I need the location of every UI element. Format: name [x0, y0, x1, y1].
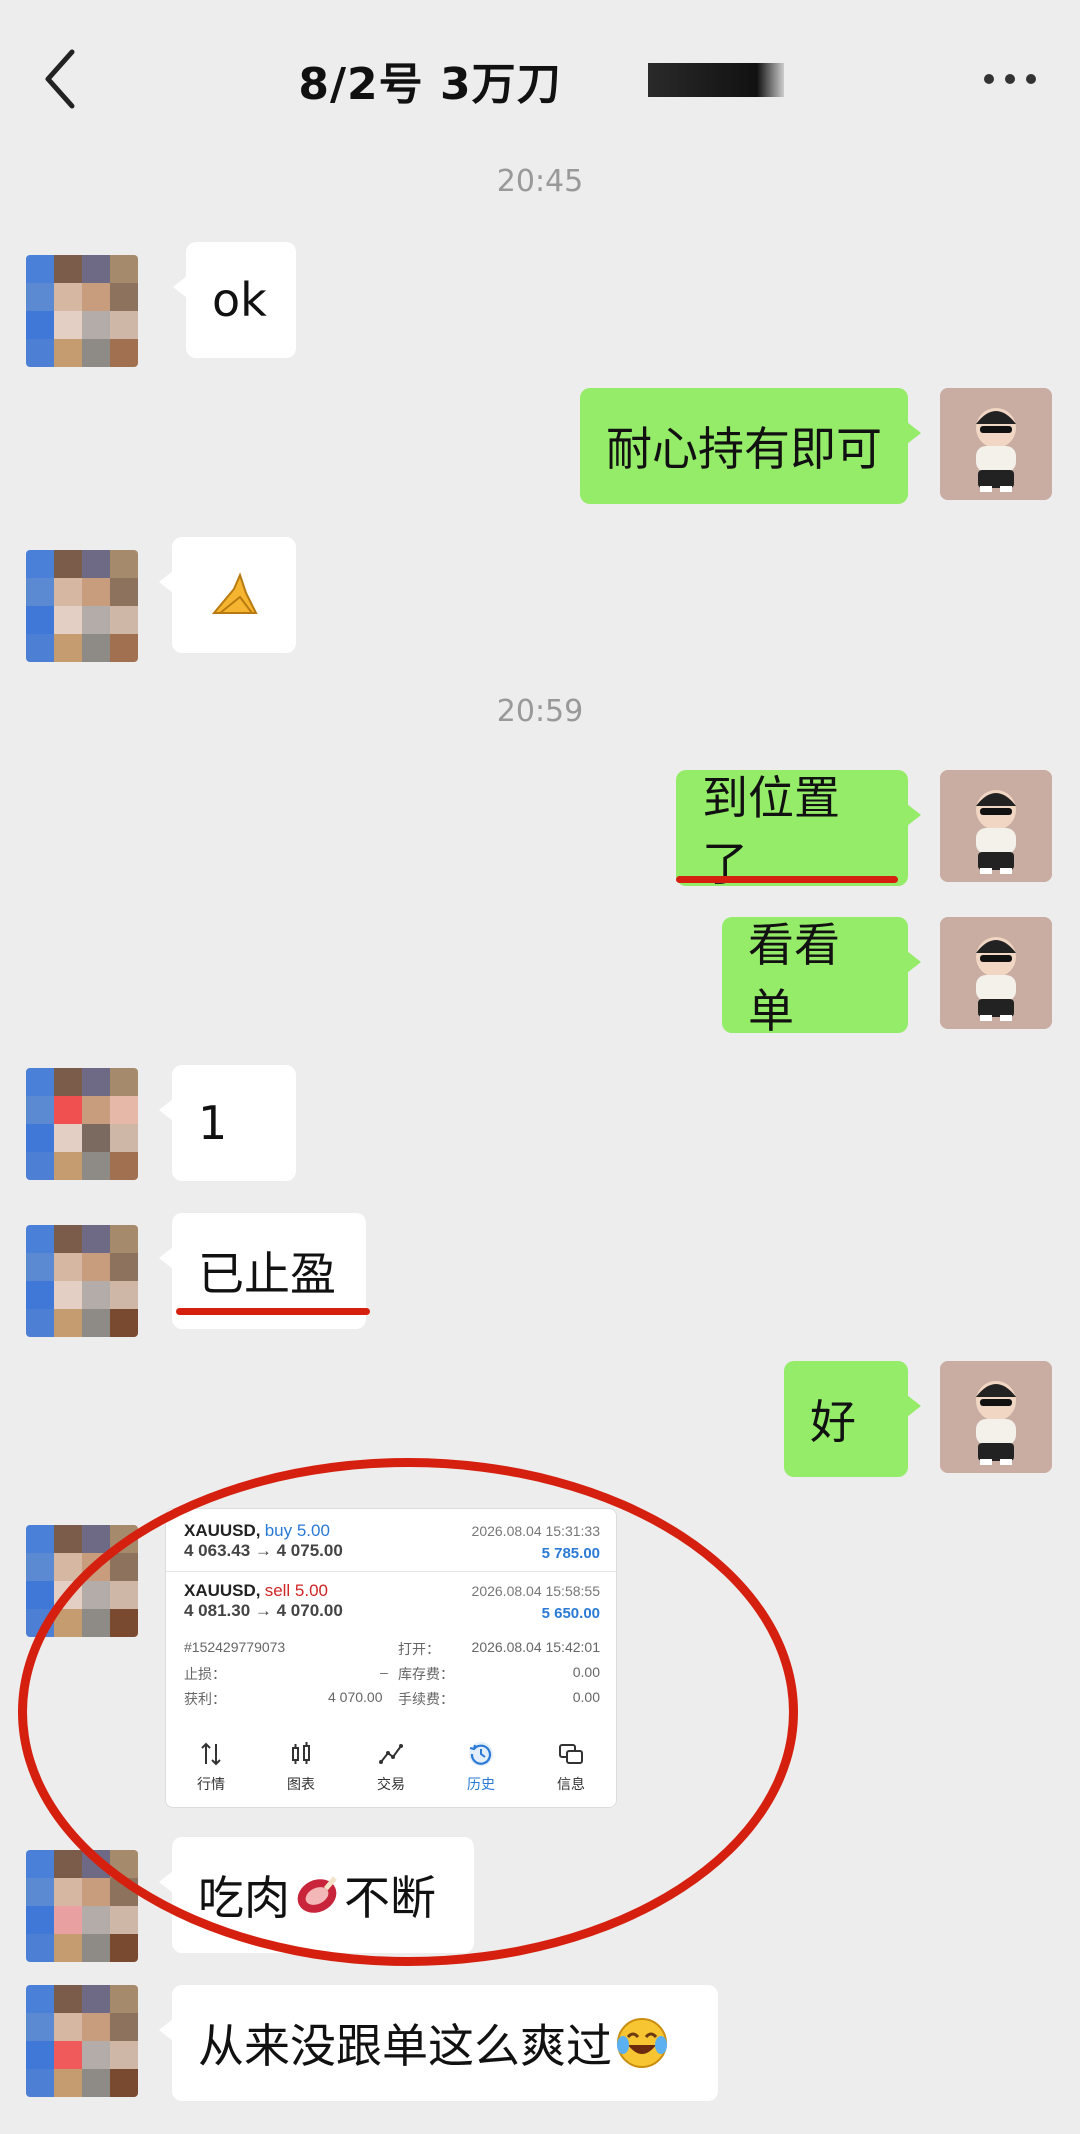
message-text: 到位置了	[702, 771, 840, 891]
annotation-underline	[676, 876, 898, 883]
my-avatar[interactable]	[940, 1361, 1052, 1473]
my-avatar[interactable]	[940, 917, 1052, 1029]
timestamp: 20:59	[496, 694, 584, 729]
avatar[interactable]	[26, 550, 138, 662]
message-text: 好	[810, 1395, 856, 1449]
message-text: 耐心持有即可	[606, 422, 882, 476]
avatar[interactable]	[26, 1985, 138, 2097]
redacted-name	[648, 63, 784, 97]
annotation-circle	[18, 1458, 798, 1966]
chat-header: 8/2号 3万刀	[0, 0, 1080, 150]
annotation-underline	[176, 1308, 370, 1315]
my-avatar[interactable]	[940, 770, 1052, 882]
message-text: 从来没跟单这么爽过	[198, 2019, 612, 2073]
message-text: 已止盈	[198, 1247, 336, 1301]
message-bubble[interactable]	[159, 537, 296, 653]
timestamp: 20:45	[496, 164, 584, 199]
message-bubble[interactable]: ok	[173, 242, 296, 358]
message-bubble[interactable]: 到位置了	[676, 770, 921, 891]
message-bubble[interactable]: 耐心持有即可	[580, 388, 921, 504]
my-avatar[interactable]	[940, 388, 1052, 500]
message-bubble[interactable]: 从来没跟单这么爽过	[159, 1985, 718, 2101]
avatar[interactable]	[26, 1068, 138, 1180]
avatar[interactable]	[26, 1225, 138, 1337]
message-text: 看看单	[748, 918, 840, 1038]
avatar[interactable]	[26, 255, 138, 367]
message-bubble[interactable]: 看看单	[722, 917, 921, 1038]
pray-hands-emoji	[211, 572, 258, 614]
message-bubble[interactable]: 1	[159, 1065, 296, 1181]
more-dots-icon[interactable]	[980, 62, 1040, 92]
message-text: ok	[212, 273, 267, 327]
message-text: 1	[198, 1096, 228, 1150]
message-bubble[interactable]: 好	[784, 1361, 921, 1477]
laugh-cry-emoji	[617, 2018, 667, 2068]
